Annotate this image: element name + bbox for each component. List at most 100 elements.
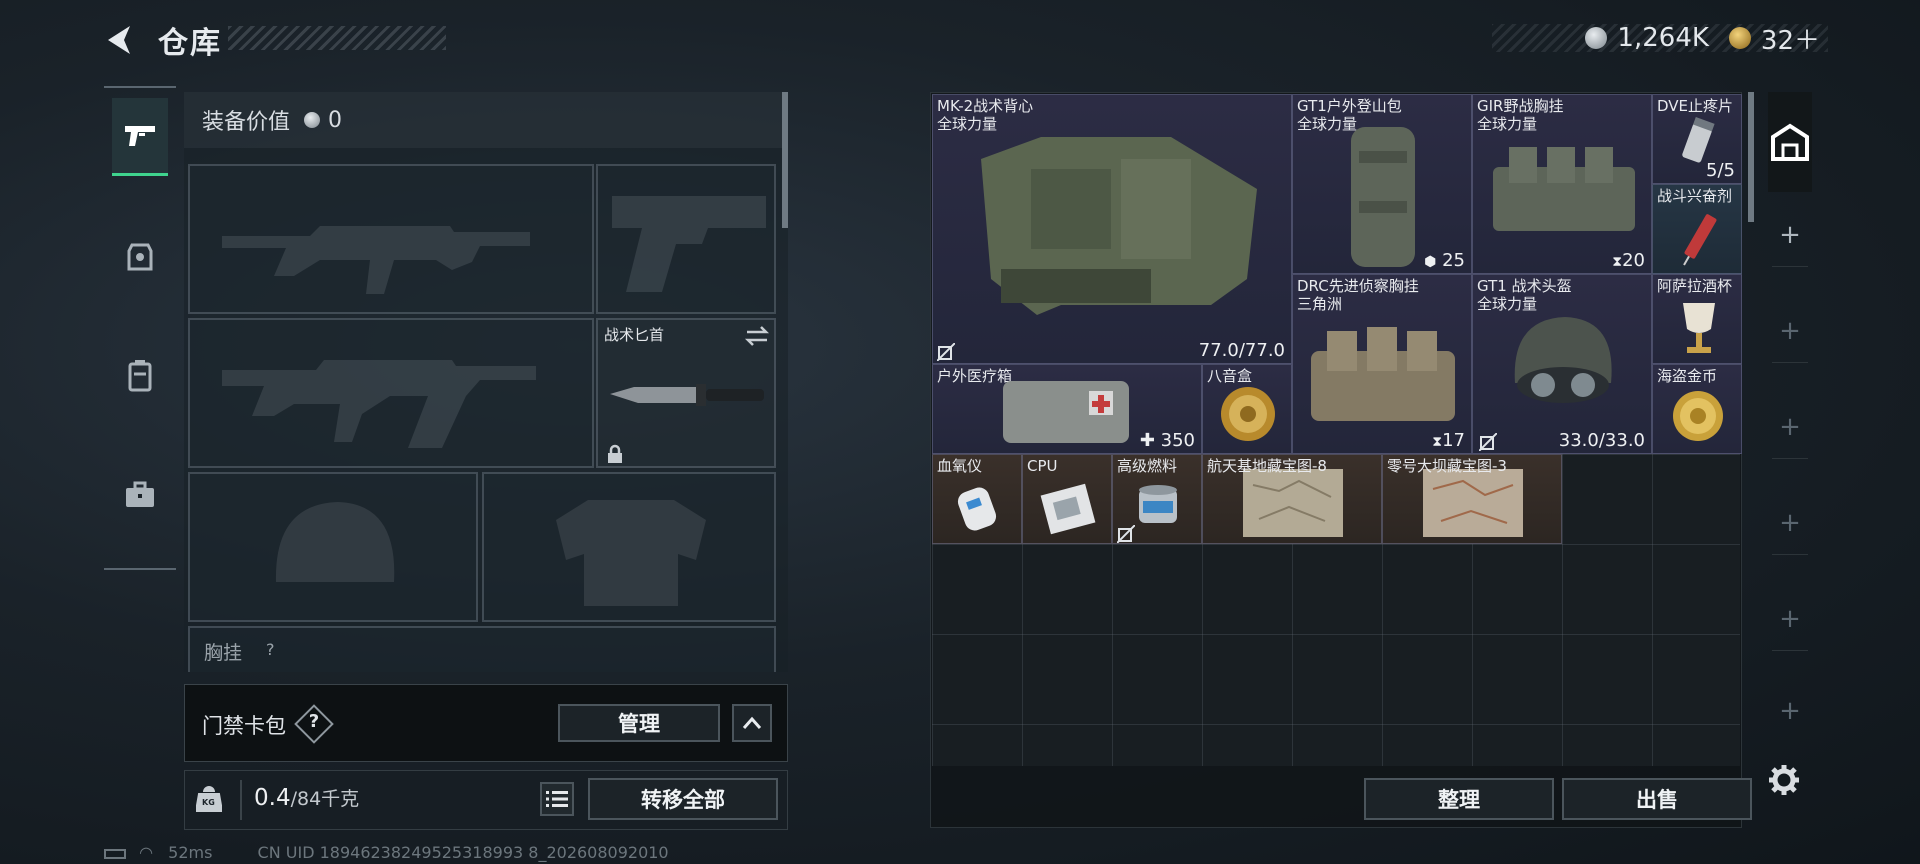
add-storage-button[interactable]: +: [1762, 220, 1818, 250]
tab-divider: [1772, 266, 1808, 267]
add-storage-button[interactable]: +: [1762, 316, 1818, 346]
inventory-item-gir-chest-rig[interactable]: GIR野战胸挂 全球力量 ⧗20: [1472, 94, 1652, 274]
add-storage-button[interactable]: +: [1762, 508, 1818, 538]
add-storage-button[interactable]: +: [1762, 412, 1818, 442]
inventory-item-fuel[interactable]: 高级燃料: [1112, 454, 1202, 544]
knife-slot[interactable]: 战术匕首: [596, 318, 776, 468]
tab-divider: [1772, 362, 1808, 363]
list-view-button[interactable]: [540, 782, 574, 816]
settings-gear-icon[interactable]: [1768, 764, 1800, 796]
item-name: 航天基地藏宝图-8: [1207, 457, 1327, 475]
item-name: 战斗兴奋剂: [1657, 187, 1733, 205]
pistol-slot[interactable]: [596, 164, 776, 314]
rifle-silhouette-icon: [222, 226, 530, 294]
medkit-icon: [1003, 381, 1129, 443]
pistol-silhouette-icon: [612, 196, 766, 292]
item-capacity: 17: [1442, 430, 1465, 451]
pistol-icon: [125, 125, 155, 146]
gold-amount[interactable]: 32＋: [1761, 20, 1820, 57]
sort-button[interactable]: 整理: [1364, 778, 1554, 820]
equipment-value: 0: [328, 107, 343, 133]
inventory-item-music-box[interactable]: 八音盒: [1202, 364, 1292, 454]
inventory-item-gt1-helmet[interactable]: GT1 战术头盔 全球力量 33.0/33.0: [1472, 274, 1652, 454]
inventory-item-painkiller[interactable]: DVE止疼片 5/5: [1652, 94, 1742, 184]
sell-button[interactable]: 出售: [1562, 778, 1752, 820]
inventory-item-drc-chest-rig[interactable]: DRC先进侦察胸挂 三角洲 ⧗17: [1292, 274, 1472, 454]
warehouse-icon: [1771, 123, 1809, 161]
back-icon[interactable]: [100, 20, 140, 60]
no-insure-icon: [937, 343, 955, 361]
tactical-vest-icon: [981, 137, 1257, 315]
inventory-item-treasure-map-8[interactable]: 航天基地藏宝图-8: [1202, 454, 1382, 544]
collapse-button[interactable]: [732, 704, 772, 742]
inventory-item-medkit[interactable]: 户外医疗箱 ✚ 350: [932, 364, 1202, 454]
tactical-knife-icon: [610, 384, 764, 406]
list-icon: [546, 791, 568, 807]
wifi-icon: ◠: [139, 843, 154, 862]
key-card-bag-label: 门禁卡包: [202, 714, 286, 738]
armor-silhouette-icon: [556, 500, 706, 606]
equipment-panel: 装备价值 0 战术匕首 胸挂 ?: [184, 92, 788, 672]
silver-coin-icon: [1585, 27, 1608, 49]
backpack-icon: [128, 360, 152, 392]
status-bar: ◠ 52ms CN UID 18946238249525318993 8_202…: [104, 843, 669, 862]
helmet-silhouette-icon: [275, 502, 395, 582]
sidebar-item-weapons[interactable]: [112, 98, 168, 176]
secondary-weapon-slot[interactable]: [188, 318, 594, 468]
inventory-item-mk2-vest[interactable]: MK-2战术背心 全球力量 77.0/77.0: [932, 94, 1292, 364]
chevron-up-icon: [742, 716, 762, 729]
uid-label: CN UID 18946238249525318993 8_2026080920…: [257, 843, 669, 862]
swap-icon[interactable]: [744, 324, 770, 348]
gold-coin-icon: [1728, 27, 1751, 49]
goblet-icon: [1683, 303, 1715, 353]
storage-tabs: + + + + + +: [1762, 92, 1818, 732]
weight-icon-tag: KG: [202, 798, 215, 807]
transfer-all-button[interactable]: 转移全部: [588, 778, 778, 820]
tab-divider: [1772, 458, 1808, 459]
item-name: GIR野战胸挂: [1477, 97, 1564, 115]
inventory-scrollbar[interactable]: [1748, 92, 1754, 222]
value-coin-icon: [304, 112, 321, 128]
cpu-chip-icon: [1040, 483, 1096, 535]
item-name: GT1 战术头盔: [1477, 277, 1572, 295]
inventory-item-stimulant[interactable]: 战斗兴奋剂: [1652, 184, 1742, 274]
title-decoration: [228, 26, 446, 50]
tab-divider: [1772, 650, 1808, 651]
currency-bar: 1,264K 32＋: [1492, 23, 1828, 56]
inventory-item-oximeter[interactable]: 血氧仪: [932, 454, 1022, 544]
chest-rig-slot[interactable]: 胸挂 ?: [188, 626, 776, 672]
inventory-item-pirate-coin[interactable]: 海盗金币: [1652, 364, 1742, 454]
tab-warehouse[interactable]: [1768, 92, 1812, 192]
item-name: CPU: [1027, 457, 1058, 475]
primary-weapon-slot[interactable]: [188, 164, 594, 314]
equipment-value-header: 装备价值 0: [184, 92, 784, 148]
add-storage-button[interactable]: +: [1762, 696, 1818, 726]
item-count: 5/5: [1706, 160, 1735, 181]
weight-icon: KG: [194, 784, 224, 812]
lock-icon: [608, 444, 622, 463]
inventory-item-goblet[interactable]: 阿萨拉酒杯: [1652, 274, 1742, 364]
add-storage-button[interactable]: +: [1762, 604, 1818, 634]
item-sub: 全球力量: [1477, 115, 1538, 133]
inventory-item-cpu[interactable]: CPU: [1022, 454, 1112, 544]
inventory-item-treasure-map-3[interactable]: 零号大坝藏宝图-3: [1382, 454, 1562, 544]
category-sidebar: [104, 86, 176, 570]
item-durability: 33.0/33.0: [1558, 430, 1645, 451]
item-name: GT1户外登山包: [1297, 97, 1402, 115]
sidebar-item-briefcase[interactable]: [112, 456, 168, 534]
manage-button[interactable]: 管理: [558, 704, 720, 742]
weight-capacity: /84千克: [290, 788, 360, 810]
briefcase-icon: [126, 481, 154, 507]
helmet-armor-icon: [127, 243, 153, 271]
armor-slot[interactable]: [482, 472, 776, 622]
helmet-slot[interactable]: [188, 472, 478, 622]
inventory-item-gt1-backpack[interactable]: GT1户外登山包 全球力量 ⬢ 25: [1292, 94, 1472, 274]
weight-divider: [240, 780, 242, 820]
sidebar-item-helmet[interactable]: [112, 218, 168, 296]
rifle-silhouette-icon: [222, 360, 536, 448]
item-name: 阿萨拉酒杯: [1657, 277, 1733, 295]
item-name: 高级燃料: [1117, 457, 1178, 475]
sidebar-item-backpack[interactable]: [112, 336, 168, 414]
equipment-scrollbar[interactable]: [782, 92, 788, 228]
oximeter-icon: [957, 487, 997, 531]
